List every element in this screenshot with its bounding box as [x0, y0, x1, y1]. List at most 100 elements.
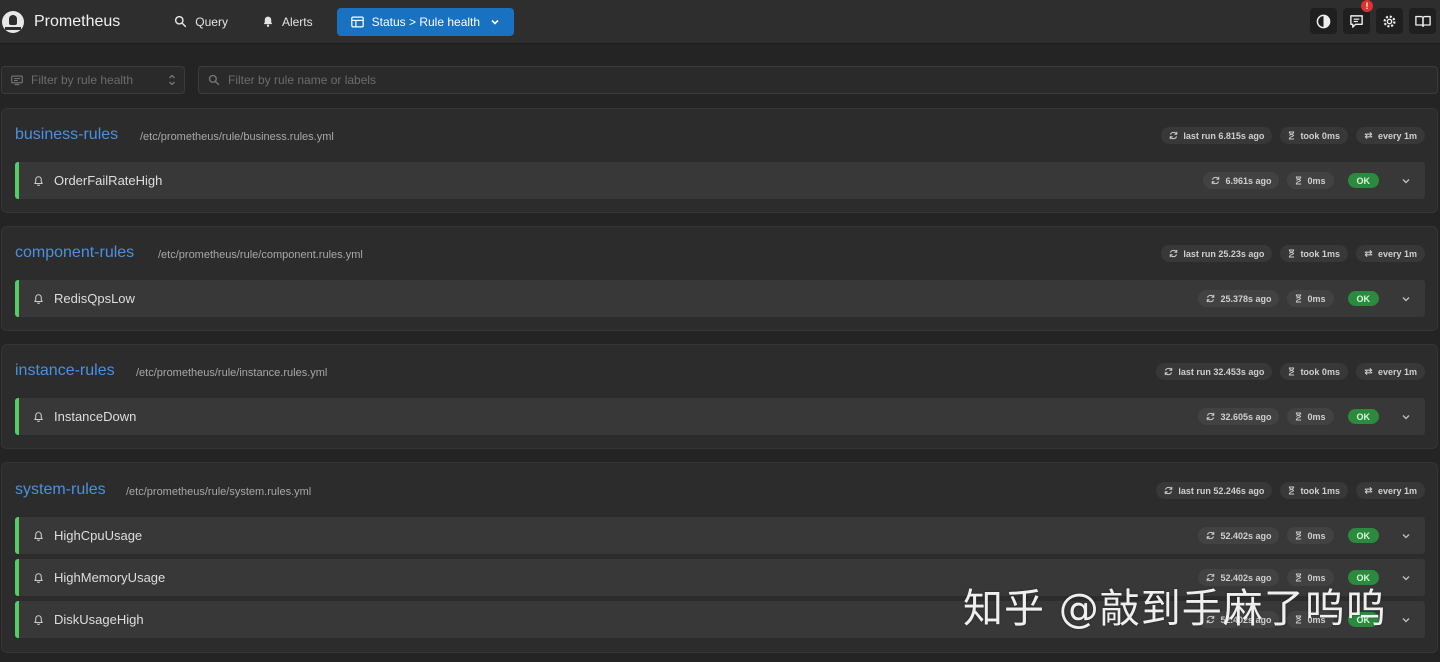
chevron-down-icon[interactable] — [1401, 531, 1411, 541]
bell-icon — [33, 614, 44, 626]
docs-button[interactable] — [1409, 8, 1436, 34]
refresh-icon — [1165, 486, 1173, 495]
rule-duration-text: 0ms — [1307, 293, 1326, 304]
rule-duration-badge: 0ms — [1287, 527, 1334, 544]
group-title[interactable]: business-rules — [15, 126, 118, 144]
rule-duration-text: 0ms — [1307, 411, 1326, 422]
rule-meta: 32.605s ago 0ms OK — [1198, 408, 1411, 425]
rule-name: RedisQpsLow — [54, 291, 135, 306]
rule-group-component: component-rules /etc/prometheus/rule/com… — [1, 226, 1438, 331]
nav-status-label: Status > Rule health — [371, 14, 481, 29]
rule-row[interactable]: OrderFailRateHigh 6.961s ago 0ms OK — [15, 162, 1425, 199]
hourglass-icon — [1296, 176, 1302, 185]
chevron-down-icon[interactable] — [1401, 573, 1411, 583]
hourglass-icon — [1296, 294, 1302, 303]
refresh-icon — [1207, 412, 1215, 421]
group-title[interactable]: instance-rules — [15, 362, 115, 380]
refresh-icon — [1207, 294, 1215, 303]
theme-toggle-icon — [1316, 14, 1331, 28]
took-badge: took 1ms — [1280, 245, 1348, 262]
hourglass-icon — [1289, 131, 1295, 140]
rule-ago-text: 32.605s ago — [1220, 411, 1272, 422]
rule-row[interactable]: InstanceDown 32.605s ago 0ms OK — [15, 398, 1425, 435]
refresh-icon — [1170, 249, 1178, 258]
rule-meta: 25.378s ago 0ms OK — [1198, 290, 1411, 307]
chevron-down-icon[interactable] — [1401, 294, 1411, 304]
interval-text: every 1m — [1377, 248, 1417, 259]
rule-row[interactable]: RedisQpsLow 25.378s ago 0ms OK — [15, 280, 1425, 317]
last-run-text: last run 32.453s ago — [1178, 366, 1265, 377]
health-filter-placeholder: Filter by rule health — [31, 73, 134, 87]
rule-group-instance: instance-rules /etc/prometheus/rule/inst… — [1, 344, 1438, 449]
chevron-down-icon[interactable] — [1401, 615, 1411, 625]
chevron-down-icon — [491, 19, 499, 25]
repeat-icon — [1364, 131, 1373, 140]
theme-toggle-button[interactable] — [1310, 8, 1337, 34]
nav-alerts[interactable]: Alerts — [250, 8, 325, 36]
group-file-path: /etc/prometheus/rule/instance.rules.yml — [136, 367, 328, 379]
hourglass-icon — [1296, 412, 1302, 421]
health-ok-badge: OK — [1347, 409, 1379, 424]
interval-badge: every 1m — [1355, 482, 1425, 499]
group-file-path: /etc/prometheus/rule/system.rules.yml — [126, 486, 312, 498]
took-text: took 1ms — [1300, 248, 1340, 259]
interval-text: every 1m — [1377, 366, 1417, 377]
rule-ago-text: 52.402s ago — [1220, 530, 1272, 541]
search-icon — [208, 74, 220, 86]
took-badge: took 0ms — [1280, 127, 1348, 144]
notifications-button[interactable]: ! — [1343, 0, 1373, 34]
took-badge: took 0ms — [1280, 363, 1348, 380]
bell-icon — [263, 16, 273, 27]
interval-badge: every 1m — [1355, 127, 1425, 144]
rule-health-filter[interactable]: Filter by rule health — [1, 66, 185, 94]
bell-icon — [33, 572, 44, 584]
bell-icon — [33, 293, 44, 305]
chevron-down-icon[interactable] — [1401, 176, 1411, 186]
group-title[interactable]: component-rules — [15, 244, 134, 262]
nav-query[interactable]: Query — [162, 8, 240, 36]
settings-button[interactable] — [1376, 8, 1403, 34]
bell-icon — [33, 175, 44, 187]
bell-icon — [33, 411, 44, 423]
rule-duration-badge: 0ms — [1287, 290, 1334, 307]
nav-query-label: Query — [195, 14, 228, 29]
rule-group-business: business-rules /etc/prometheus/rule/busi… — [1, 108, 1438, 213]
rule-name: InstanceDown — [54, 409, 137, 424]
group-title[interactable]: system-rules — [15, 481, 106, 499]
refresh-icon — [1212, 176, 1220, 185]
rule-last-eval-badge: 25.378s ago — [1198, 290, 1280, 307]
group-meta: last run 32.453s ago took 0ms every 1m — [1156, 363, 1425, 380]
took-text: took 0ms — [1300, 130, 1340, 141]
search-placeholder: Filter by rule name or labels — [228, 73, 377, 87]
repeat-icon — [1364, 486, 1373, 495]
search-icon — [175, 15, 187, 28]
notification-badge: ! — [1361, 0, 1373, 12]
app-logo[interactable]: Prometheus — [2, 10, 121, 33]
app-title: Prometheus — [34, 12, 121, 30]
rule-search-input[interactable]: Filter by rule name or labels — [198, 66, 1438, 94]
health-ok-badge: OK — [1347, 291, 1379, 306]
last-run-text: last run 52.246s ago — [1178, 485, 1265, 496]
rule-name: DiskUsageHigh — [54, 612, 144, 627]
rule-meta: 6.961s ago 0ms OK — [1203, 172, 1411, 189]
rule-meta: 52.402s ago 0ms OK — [1198, 527, 1411, 544]
settings-icon — [1383, 15, 1396, 27]
last-run-text: last run 6.815s ago — [1183, 130, 1265, 141]
repeat-icon — [1364, 249, 1373, 258]
hourglass-icon — [1296, 531, 1302, 540]
nav-alerts-label: Alerts — [281, 14, 313, 29]
rule-row[interactable]: HighCpuUsage 52.402s ago 0ms OK — [15, 517, 1425, 554]
last-run-text: last run 25.23s ago — [1183, 248, 1265, 259]
hourglass-icon — [1289, 367, 1295, 376]
group-meta: last run 6.815s ago took 0ms every 1m — [1161, 127, 1425, 144]
rule-last-eval-badge: 6.961s ago — [1203, 172, 1280, 189]
group-meta: last run 25.23s ago took 1ms every 1m — [1161, 245, 1425, 262]
select-chevron-icon — [169, 74, 175, 86]
header-actions: ! — [1310, 0, 1436, 34]
group-file-path: /etc/prometheus/rule/component.rules.yml — [158, 249, 363, 261]
chevron-down-icon[interactable] — [1401, 412, 1411, 422]
last-run-badge: last run 32.453s ago — [1156, 363, 1273, 380]
interval-text: every 1m — [1377, 130, 1417, 141]
hourglass-icon — [1289, 249, 1295, 258]
nav-status-dropdown[interactable]: Status > Rule health — [336, 7, 515, 36]
